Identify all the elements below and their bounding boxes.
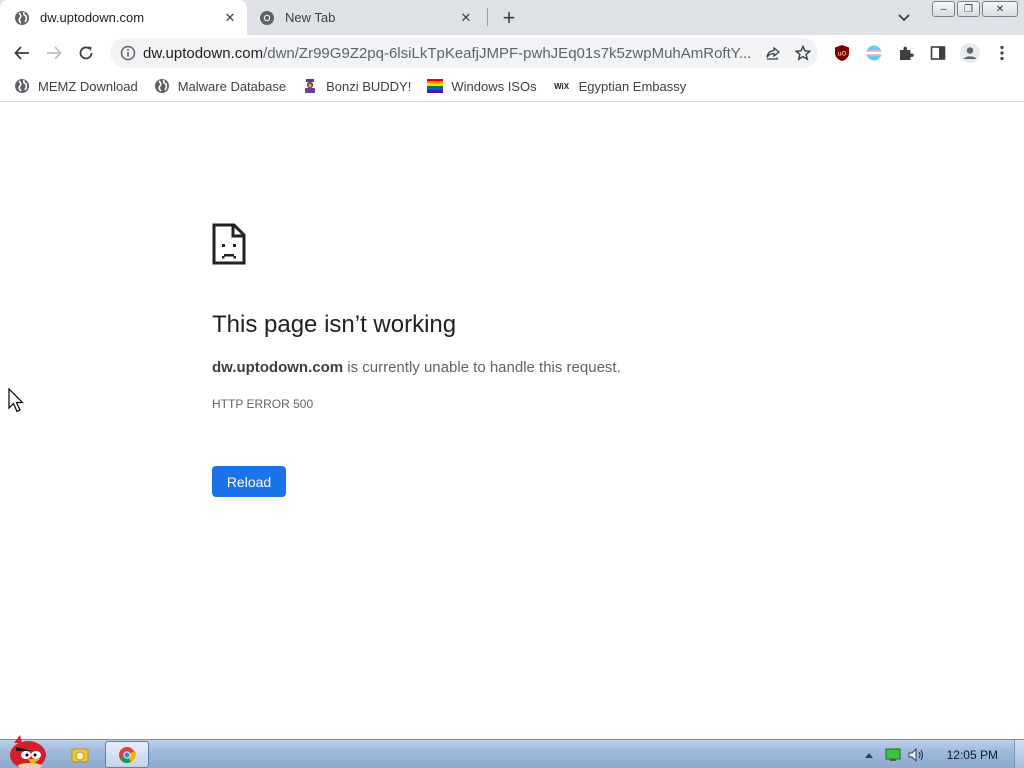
tab-close-icon[interactable]: ✕ (221, 9, 239, 27)
share-icon[interactable] (758, 39, 788, 67)
bookmark-label: Bonzi BUDDY! (326, 78, 412, 94)
chrome-taskbar-icon[interactable] (105, 741, 149, 768)
bookmarks-bar: MEMZ Download Malware Database Bonzi BUD… (0, 71, 1024, 102)
system-tray: 12:05 PM (859, 740, 1024, 768)
menu-kebab-icon[interactable] (988, 39, 1016, 67)
tab-title: dw.uptodown.com (40, 10, 145, 25)
bookmark-malware-database[interactable]: Malware Database (154, 73, 294, 99)
network-icon[interactable] (883, 745, 903, 765)
tab-active[interactable]: dw.uptodown.com ✕ (0, 0, 247, 35)
globe-icon (154, 78, 170, 94)
reload-button[interactable]: Reload (212, 466, 286, 497)
restore-button[interactable]: ❐ (957, 1, 980, 17)
forward-arrow-icon[interactable] (40, 39, 68, 67)
bookmark-windows-isos[interactable]: Windows ISOs (427, 73, 544, 99)
tab-separator (487, 8, 488, 26)
error-code: HTTP ERROR 500 (212, 397, 314, 411)
window-controls: ‒ ❐ ✕ (932, 1, 1018, 17)
bookmark-label: Egyptian Embassy (578, 78, 687, 94)
side-panel-icon[interactable] (924, 39, 952, 67)
site-info-icon[interactable] (113, 45, 143, 61)
url-host: dw.uptodown.com (143, 44, 264, 62)
explorer-taskbar-icon[interactable] (60, 741, 100, 768)
chrome-icon (259, 10, 275, 26)
clock[interactable]: 12:05 PM (947, 748, 998, 762)
bookmark-label: Windows ISOs (451, 78, 537, 94)
bookmark-egyptian-embassy[interactable]: WiX Egyptian Embassy (553, 73, 695, 99)
error-description: dw.uptodown.com is currently unable to h… (212, 359, 621, 376)
flag-extension-icon[interactable] (860, 39, 888, 67)
bonzi-icon (302, 78, 318, 94)
tab-new-tab[interactable]: New Tab ✕ (251, 0, 483, 35)
tab-strip: dw.uptodown.com ✕ New Tab ✕ + ‒ ❐ ✕ (0, 0, 1024, 35)
bookmark-star-icon[interactable] (788, 39, 818, 67)
rainbow-flag-icon (427, 78, 444, 94)
tab-close-icon[interactable]: ✕ (457, 9, 475, 27)
ublock-icon[interactable]: uO (828, 39, 856, 67)
globe-icon (14, 78, 30, 94)
bookmark-bonzi-buddy[interactable]: Bonzi BUDDY! (302, 73, 419, 99)
error-message: is currently unable to handle this reque… (343, 359, 621, 376)
address-bar[interactable]: dw.uptodown.com/dwn/Zr99G9Z2pq-6lsiLkTpK… (110, 38, 818, 68)
profile-icon[interactable] (956, 39, 984, 67)
bookmark-memz-download[interactable]: MEMZ Download (14, 73, 146, 99)
sad-document-icon (212, 223, 246, 265)
error-host: dw.uptodown.com (212, 359, 344, 376)
new-tab-button[interactable]: + (497, 6, 521, 30)
bookmark-label: MEMZ Download (38, 78, 138, 94)
tab-search-chevron-icon[interactable] (893, 8, 915, 28)
url-text[interactable]: dw.uptodown.com/dwn/Zr99G9Z2pq-6lsiLkTpK… (143, 45, 758, 62)
toolbar: dw.uptodown.com/dwn/Zr99G9Z2pq-6lsiLkTpK… (0, 35, 1024, 71)
taskbar: 12:05 PM (0, 735, 1024, 768)
show-desktop-button[interactable] (1014, 740, 1024, 768)
tab-title: New Tab (285, 10, 336, 25)
back-arrow-icon[interactable] (8, 39, 36, 67)
angry-bird-start-icon[interactable] (2, 731, 50, 768)
page-content: This page isn’t working dw.uptodown.com … (0, 103, 1024, 739)
mouse-pointer-icon (8, 387, 26, 419)
tray-expand-icon[interactable] (859, 745, 879, 765)
reload-icon[interactable] (72, 39, 100, 67)
close-window-button[interactable]: ✕ (982, 1, 1018, 17)
minimize-button[interactable]: ‒ (932, 1, 955, 17)
volume-icon[interactable] (907, 745, 927, 765)
bookmark-label: Malware Database (177, 78, 287, 94)
wix-icon: WiX (554, 81, 570, 91)
globe-icon (14, 10, 30, 26)
error-title: This page isn’t working (212, 311, 457, 338)
extensions-puzzle-icon[interactable] (892, 39, 920, 67)
url-path: /dwn/Zr99G9Z2pq-6lsiLkTpKeafjJMPF-pwhJEq… (263, 44, 752, 62)
ublock-label: uO (838, 51, 847, 58)
